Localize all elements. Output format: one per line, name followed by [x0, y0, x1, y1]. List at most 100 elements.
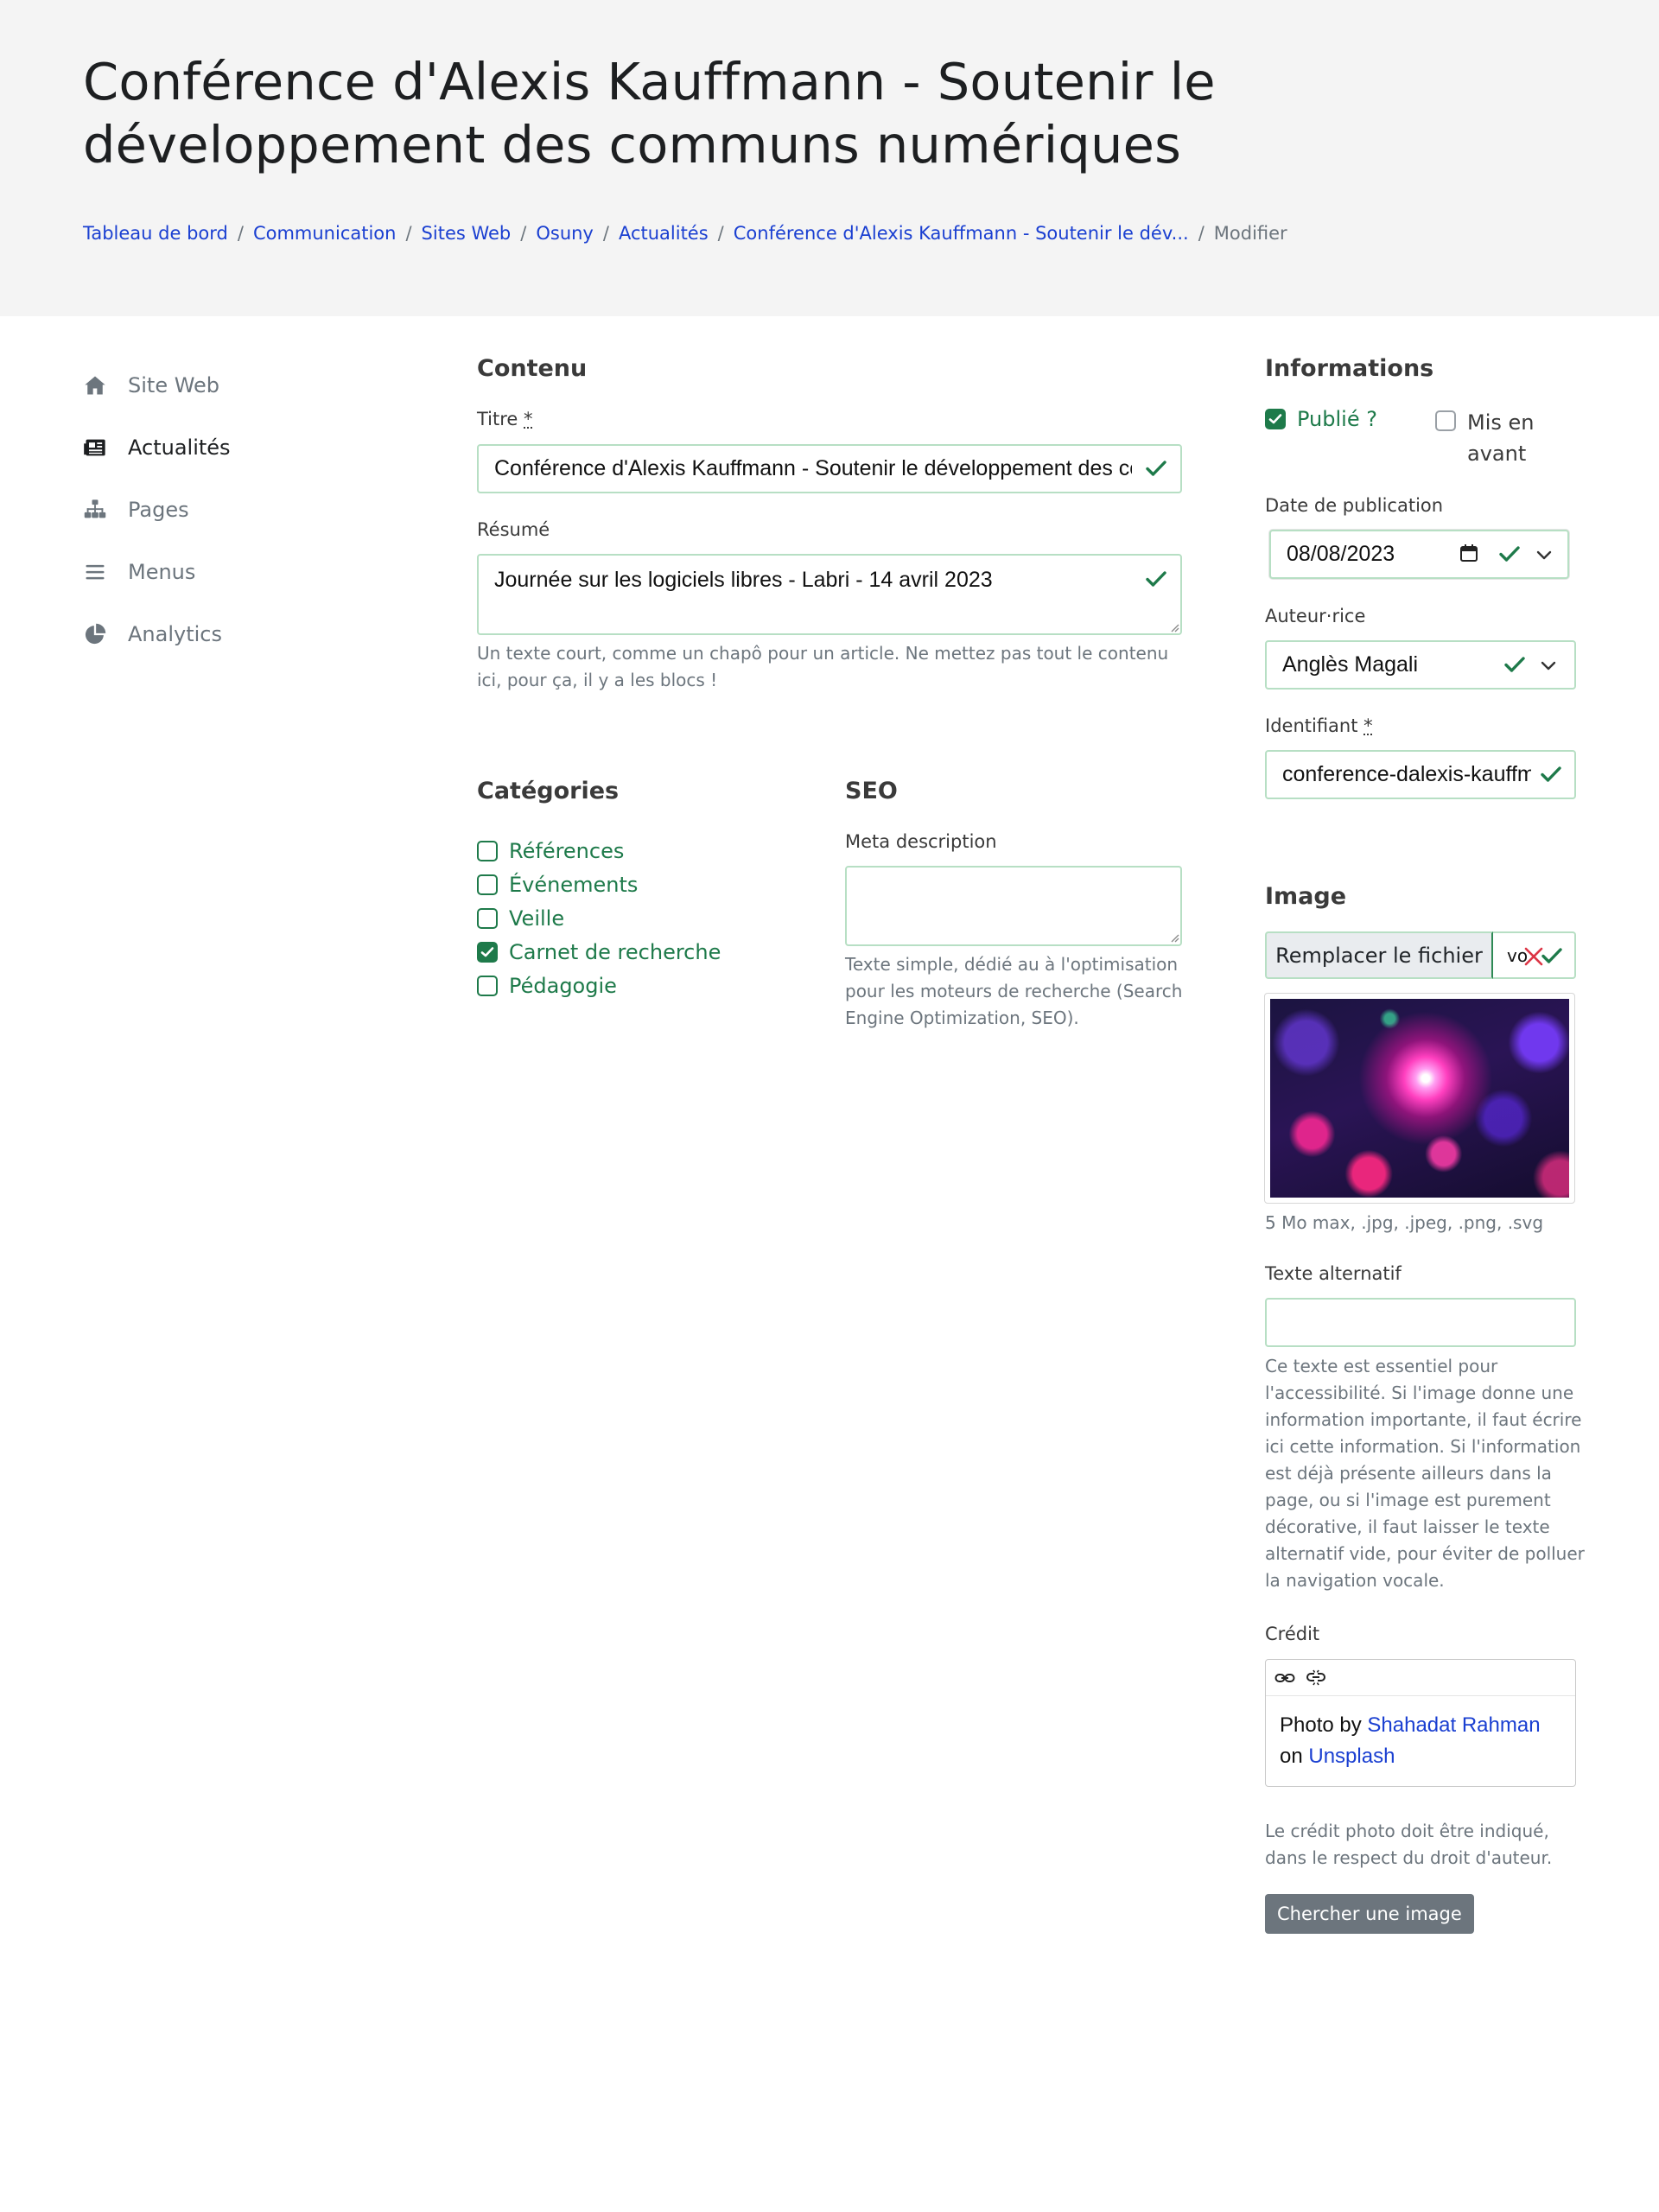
sidebar-item-label: Menus — [128, 560, 196, 584]
checkbox[interactable] — [477, 874, 498, 895]
content-heading: Contenu — [477, 355, 588, 382]
credit-editor[interactable]: Photo by Shahadat Rahman on Unsplash — [1265, 1659, 1576, 1787]
breadcrumb-separator: / — [602, 223, 609, 244]
meta-description-help: Texte simple, dédié au à l'optimisation … — [845, 954, 1183, 1028]
checkbox[interactable] — [1435, 410, 1456, 431]
sidebar-item-analytics[interactable]: Analytics — [83, 603, 411, 665]
valid-check-icon — [1541, 766, 1561, 783]
category-references[interactable]: Références — [477, 839, 624, 863]
breadcrumb-link-post[interactable]: Conférence d'Alexis Kauffmann - Soutenir… — [734, 223, 1189, 244]
sitemap-icon — [83, 498, 107, 522]
sidebar: Site Web Actualités Pages Menus Analytic… — [83, 354, 411, 665]
breadcrumb: Tableau de bord / Communication / Sites Web /… — [83, 221, 1287, 245]
meta-description-textarea[interactable] — [845, 866, 1182, 946]
checkbox[interactable] — [477, 841, 498, 861]
summary-textarea[interactable]: Journée sur les logiciels libres - Labri… — [477, 554, 1182, 635]
breadcrumb-separator: / — [405, 223, 412, 244]
valid-check-icon — [1146, 570, 1166, 588]
category-label: Références — [509, 839, 625, 863]
featured-label: Mis en avant — [1467, 410, 1535, 466]
category-veille[interactable]: Veille — [477, 906, 564, 931]
sidebar-item-actualites[interactable]: Actualités — [83, 416, 411, 479]
summary-label: Résumé — [477, 519, 550, 540]
summary-help: Un texte court, comme un chapô pour un a… — [477, 643, 1169, 690]
bars-icon — [83, 560, 107, 584]
credit-help: Le crédit photo doit être indiqué, dans … — [1265, 1821, 1553, 1868]
page-title: Conférence d'Alexis Kauffmann - Soutenir… — [83, 52, 1216, 175]
pie-chart-icon — [83, 622, 107, 646]
featured-checkbox-row[interactable]: Mis en avant — [1435, 407, 1562, 469]
category-label: Pédagogie — [509, 974, 617, 998]
sidebar-item-label: Actualités — [128, 435, 231, 460]
image-preview — [1270, 999, 1569, 1198]
checkmark-icon — [1268, 414, 1282, 424]
breadcrumb-current: Modifier — [1213, 223, 1287, 244]
checkbox-checked[interactable] — [477, 942, 498, 963]
published-checkbox-row[interactable]: Publié ? — [1265, 407, 1377, 431]
seo-heading: SEO — [845, 778, 898, 804]
publication-date-value: 08/08/2023 — [1287, 542, 1395, 566]
calendar-icon[interactable] — [1459, 543, 1478, 563]
valid-check-icon — [1146, 460, 1166, 477]
resize-handle-icon[interactable] — [1169, 622, 1179, 632]
breadcrumb-link-communication[interactable]: Communication — [253, 223, 397, 244]
home-icon — [83, 373, 107, 397]
slug-input[interactable]: conference-dalexis-kauffmann — [1265, 750, 1576, 799]
required-mark: * — [1363, 715, 1373, 736]
title-input-value: Conférence d'Alexis Kauffmann - Soutenir… — [494, 456, 1132, 480]
image-heading: Image — [1265, 883, 1347, 910]
replace-file-button[interactable]: Remplacer le fichier — [1265, 931, 1493, 979]
title-input[interactable]: Conférence d'Alexis Kauffmann - Soutenir… — [477, 444, 1182, 493]
author-select[interactable]: Anglès Magali — [1265, 640, 1576, 690]
category-label: Carnet de recherche — [509, 940, 721, 964]
breadcrumb-link-osuny[interactable]: Osuny — [536, 223, 594, 244]
credit-author-link[interactable]: Shahadat Rahman — [1367, 1713, 1540, 1737]
breadcrumb-link-sites-web[interactable]: Sites Web — [422, 223, 512, 244]
page-header: Conférence d'Alexis Kauffmann - Soutenir… — [0, 0, 1659, 316]
alt-text-help: Ce texte est essentiel pour l'accessibil… — [1265, 1356, 1585, 1591]
informations-heading: Informations — [1265, 355, 1434, 382]
publication-date-input[interactable]: 08/08/2023 — [1269, 530, 1569, 579]
valid-check-icon — [1499, 545, 1520, 563]
sidebar-item-label: Pages — [128, 498, 189, 522]
checkbox-checked[interactable] — [1265, 409, 1286, 429]
slug-label: Identifiant * — [1265, 715, 1373, 736]
category-pedagogie[interactable]: Pédagogie — [477, 974, 617, 998]
chevron-down-icon[interactable] — [1540, 659, 1557, 671]
slug-input-value: conference-dalexis-kauffmann — [1282, 762, 1531, 786]
alt-text-input[interactable] — [1265, 1298, 1576, 1347]
breadcrumb-link-dashboard[interactable]: Tableau de bord — [83, 223, 228, 244]
breadcrumb-link-actualites[interactable]: Actualités — [619, 223, 709, 244]
breadcrumb-separator: / — [1198, 223, 1205, 244]
checkbox[interactable] — [477, 976, 498, 996]
sidebar-item-label: Analytics — [128, 622, 222, 646]
credit-source-link[interactable]: Unsplash — [1308, 1745, 1395, 1768]
unlink-icon[interactable] — [1306, 1669, 1326, 1688]
title-label: Titre * — [477, 409, 533, 429]
author-select-value: Anglès Magali — [1282, 652, 1419, 677]
category-label: Événements — [509, 873, 639, 897]
breadcrumb-separator: / — [520, 223, 527, 244]
sidebar-item-site-web[interactable]: Site Web — [83, 354, 411, 416]
author-label: Auteur·rice — [1265, 606, 1366, 626]
search-image-button[interactable]: Chercher une image — [1265, 1894, 1474, 1934]
chevron-down-icon[interactable] — [1535, 549, 1553, 561]
categories-heading: Catégories — [477, 778, 620, 804]
checkbox[interactable] — [477, 908, 498, 929]
valid-check-icon — [1504, 656, 1525, 673]
sidebar-item-pages[interactable]: Pages — [83, 479, 411, 541]
valid-check-icon — [1541, 947, 1562, 964]
breadcrumb-separator: / — [237, 223, 244, 244]
published-label: Publié ? — [1297, 407, 1377, 431]
date-label: Date de publication — [1265, 495, 1444, 516]
category-carnet-de-recherche[interactable]: Carnet de recherche — [477, 940, 721, 964]
required-mark: * — [524, 409, 533, 429]
alt-text-label: Texte alternatif — [1265, 1263, 1402, 1284]
link-icon[interactable] — [1274, 1670, 1295, 1686]
category-evenements[interactable]: Événements — [477, 873, 638, 897]
breadcrumb-separator: / — [717, 223, 724, 244]
sidebar-item-label: Site Web — [128, 373, 220, 397]
resize-handle-icon[interactable] — [1169, 932, 1179, 943]
credit-editor-toolbar — [1266, 1660, 1575, 1696]
sidebar-item-menus[interactable]: Menus — [83, 541, 411, 603]
